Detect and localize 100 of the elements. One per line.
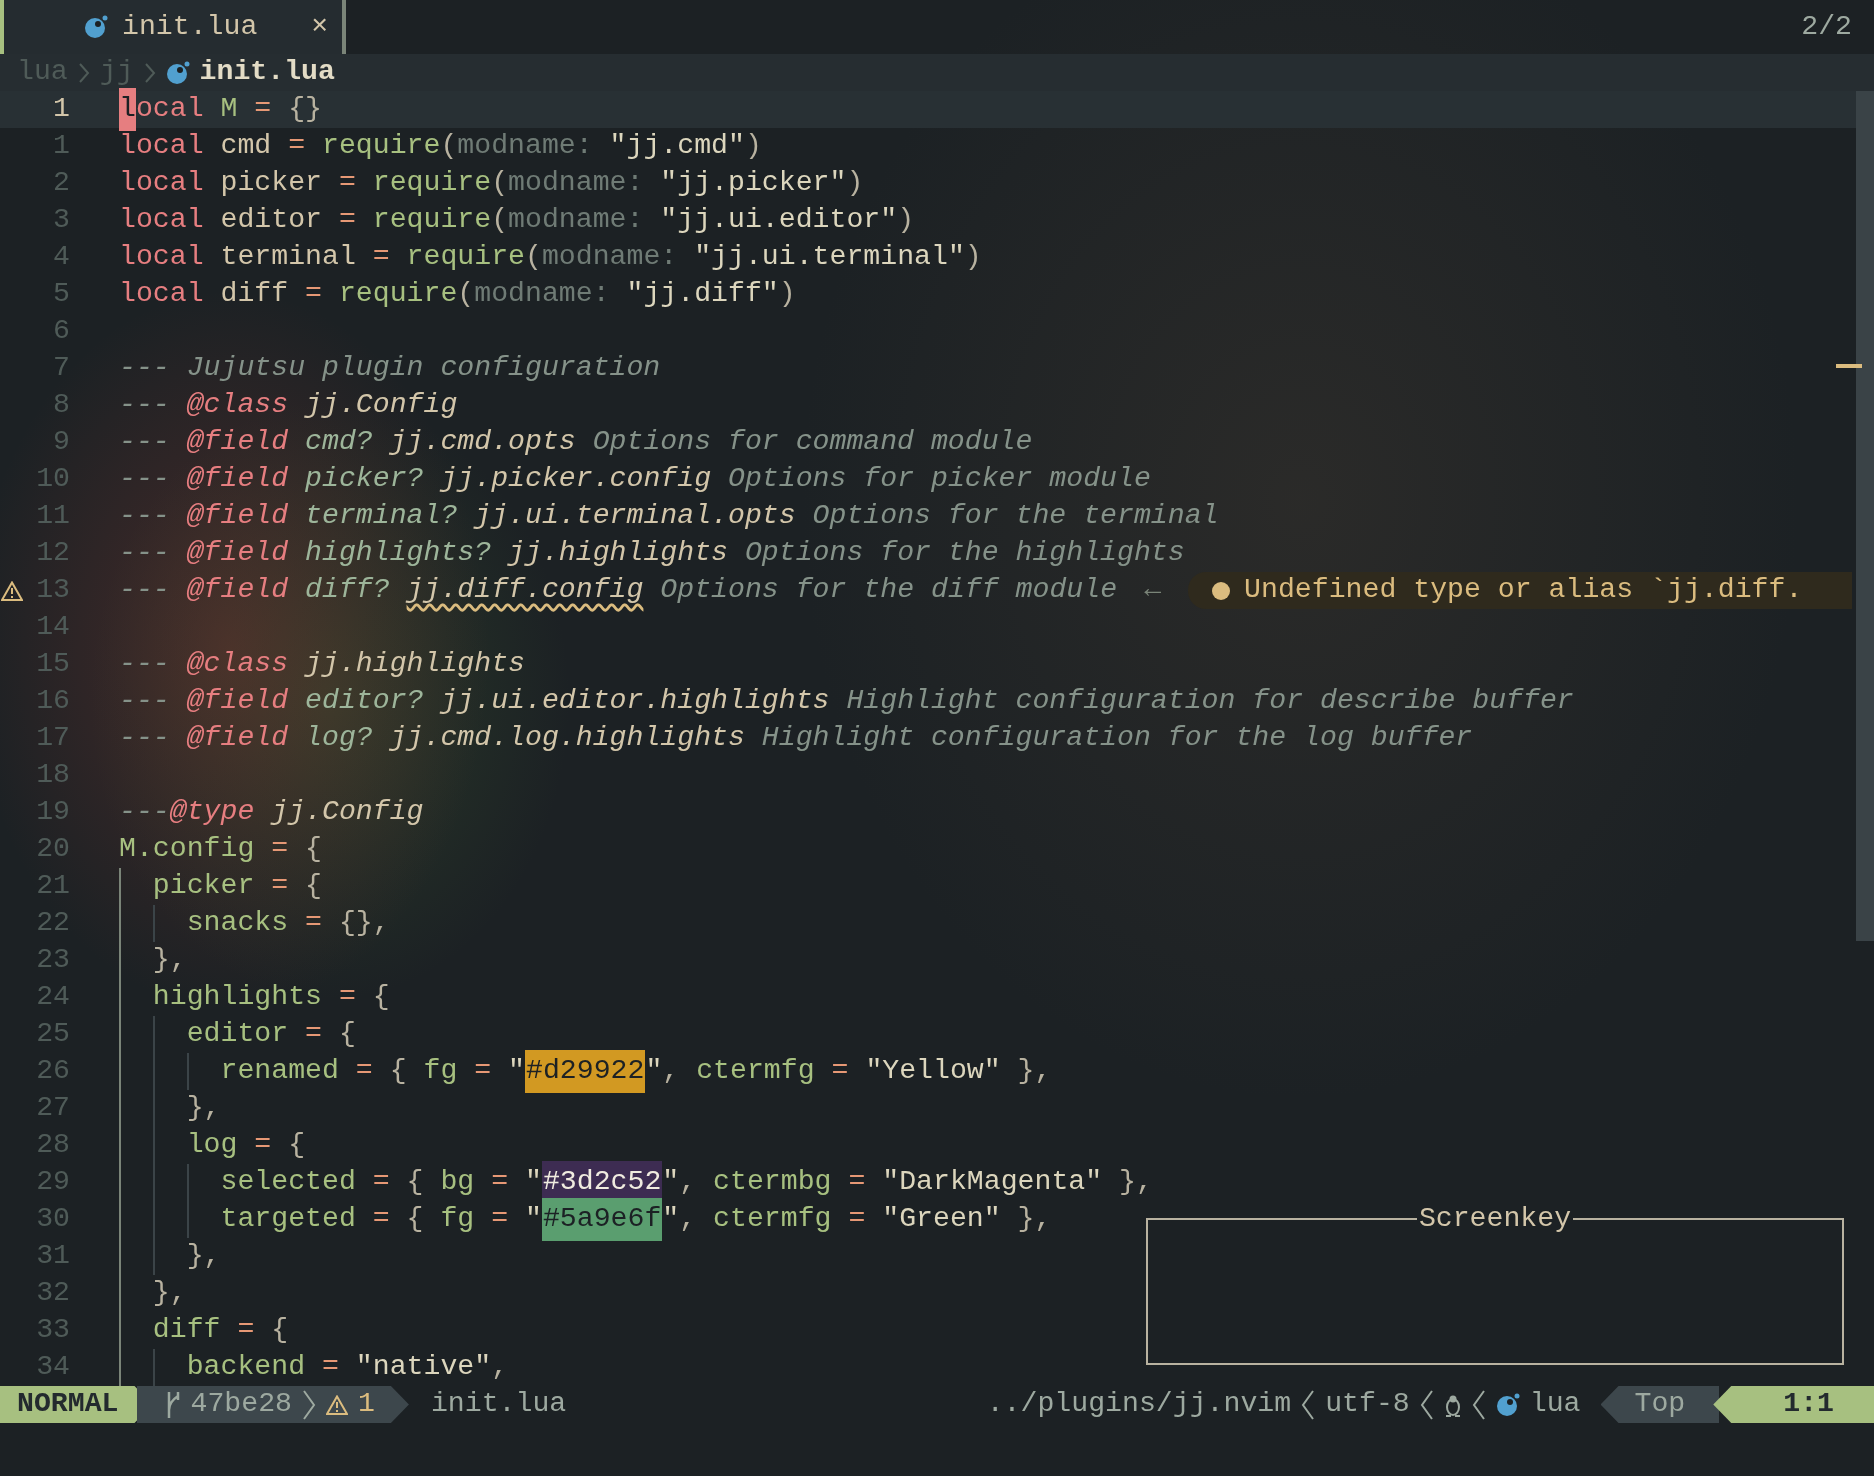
line-number: 1	[52, 129, 70, 164]
branch-name: 47be28	[190, 1387, 292, 1422]
code-text: local diff = require(modname: "jj.diff")	[119, 277, 796, 312]
code-text: --- @field terminal? jj.ui.terminal.opts Options for the terminal	[119, 499, 1219, 534]
line-number: 7	[52, 351, 70, 386]
line-number: 27	[35, 1091, 70, 1126]
code-text: },	[152, 943, 187, 978]
code-text: ---@type jj.Config	[119, 795, 424, 830]
chevron-icon	[302, 1388, 316, 1421]
scrollbar-warning-mark	[1836, 364, 1862, 368]
code-text: picker = {	[152, 869, 322, 904]
code-text: --- @field editor? jj.ui.editor.highlights Highlight configuration for describe buffer	[119, 684, 1574, 719]
scrollbar-thumb[interactable]	[1856, 91, 1874, 941]
line-number: 1	[52, 92, 70, 127]
code-text: selected = { bg = "	[220, 1165, 542, 1200]
line-number: 31	[35, 1239, 70, 1274]
code-text: backend = "native",	[186, 1350, 509, 1385]
code-text: ocal M = {}	[135, 92, 323, 127]
line-number: 23	[35, 943, 70, 978]
line-number: 6	[52, 314, 70, 349]
line-number: 3	[52, 203, 70, 238]
file-path: ../plugins/jj.nvim	[986, 1387, 1292, 1422]
code-text: --- @field log? jj.cmd.log.highlights Highlight configuration for the log buffer	[119, 721, 1473, 756]
code-text: },	[152, 1276, 187, 1311]
window-title: Screenkey	[1417, 1204, 1573, 1234]
line-number: 15	[35, 647, 70, 682]
line-number: 18	[35, 758, 70, 793]
line-number: 32	[35, 1276, 70, 1311]
code-text: targeted = { fg = "	[220, 1202, 542, 1237]
file-type: lua	[1529, 1387, 1581, 1422]
line-number: 34	[35, 1350, 70, 1385]
code-text: snacks = {},	[186, 906, 390, 941]
code-text: renamed = { fg = "	[220, 1054, 525, 1089]
line-number: 25	[35, 1017, 70, 1052]
line-number: 26	[35, 1054, 70, 1089]
code-text: },	[186, 1239, 221, 1274]
warning-icon	[326, 1394, 348, 1415]
code-text: --- @field highlights? jj.highlights Options for the highlights	[119, 536, 1185, 571]
line-number: 9	[52, 425, 70, 460]
chevron-icon	[1471, 1388, 1486, 1421]
code-text: },	[186, 1091, 221, 1126]
line-number: 11	[35, 499, 70, 534]
code-text: editor = {	[186, 1017, 356, 1052]
line-number: 20	[35, 832, 70, 867]
code-text: M.config = {	[119, 832, 322, 867]
lua-icon	[165, 60, 190, 85]
close-button[interactable]: ×	[271, 12, 329, 42]
editor-tab[interactable]: init.lua ×	[0, 0, 347, 54]
color-highlight: #5a9e6f	[541, 1198, 663, 1241]
line-number: 30	[35, 1202, 70, 1237]
line-number: 33	[35, 1313, 70, 1348]
color-highlight: #d29922	[525, 1050, 646, 1093]
code-text: local editor = require(modname: "jj.ui.editor")	[119, 203, 915, 238]
line-number: 10	[35, 462, 70, 497]
line-number: 13	[35, 573, 70, 608]
code-text: local cmd = require(modname: "jj.cmd")	[119, 129, 762, 164]
diagnostic-arrow: ←	[1144, 573, 1162, 608]
text-cursor: l	[119, 88, 136, 131]
cursor-location: 1:1	[1713, 1386, 1874, 1423]
code-text: ", ctermfg = "Yellow" },	[645, 1054, 1052, 1089]
code-text: ", ctermbg = "DarkMagenta" },	[662, 1165, 1153, 1200]
dot-icon	[1212, 581, 1231, 600]
breadcrumb-item[interactable]: init.lua	[199, 51, 335, 94]
line-number: 19	[35, 795, 70, 830]
warning-count: 1	[358, 1387, 375, 1422]
line-number: 24	[35, 980, 70, 1015]
lua-icon	[1495, 1392, 1520, 1417]
code-text: --- @field diff? jj.diff.config Options for the diff module	[119, 573, 1118, 608]
line-number: 14	[35, 610, 70, 645]
code-text: --- Jujutsu plugin configuration	[119, 351, 661, 386]
code-text: highlights = {	[152, 980, 390, 1015]
tab-counter: 2/2	[1801, 9, 1853, 44]
lua-icon	[84, 15, 108, 39]
line-number: 2	[52, 166, 70, 201]
code-text: --- @class jj.highlights	[119, 647, 525, 682]
line-number: 5	[52, 277, 70, 312]
scroll-position: Top	[1600, 1386, 1720, 1423]
line-number: 21	[35, 869, 70, 904]
code-text: ", ctermfg = "Green" },	[662, 1202, 1052, 1237]
file-name: init.lua	[430, 1387, 567, 1422]
line-number: 8	[52, 388, 70, 423]
line-number: 12	[35, 536, 70, 571]
code-text: --- @field picker? jj.picker.config Options for picker module	[119, 462, 1151, 497]
chevron-icon	[1419, 1388, 1434, 1421]
code-text: diff = {	[152, 1313, 289, 1348]
diagnostic-message: Undefined type or alias `jj.diff.	[1244, 573, 1803, 608]
file-encoding: utf-8	[1325, 1387, 1410, 1422]
code-text: local terminal = require(modname: "jj.ui.terminal")	[119, 240, 982, 275]
line-number: 29	[35, 1165, 70, 1200]
line-number: 4	[52, 240, 70, 275]
line-number: 22	[35, 906, 70, 941]
chevron-icon	[1301, 1388, 1316, 1421]
line-number: 17	[35, 721, 70, 756]
code-text: local picker = require(modname: "jj.picker")	[119, 166, 864, 201]
tab-label: init.lua	[122, 9, 258, 44]
line-number: 28	[35, 1128, 70, 1163]
code-text: --- @class jj.Config	[119, 388, 458, 423]
code-text: --- @field cmd? jj.cmd.opts Options for command module	[119, 425, 1033, 460]
code-text: log = {	[186, 1128, 306, 1163]
line-number: 16	[35, 684, 70, 719]
